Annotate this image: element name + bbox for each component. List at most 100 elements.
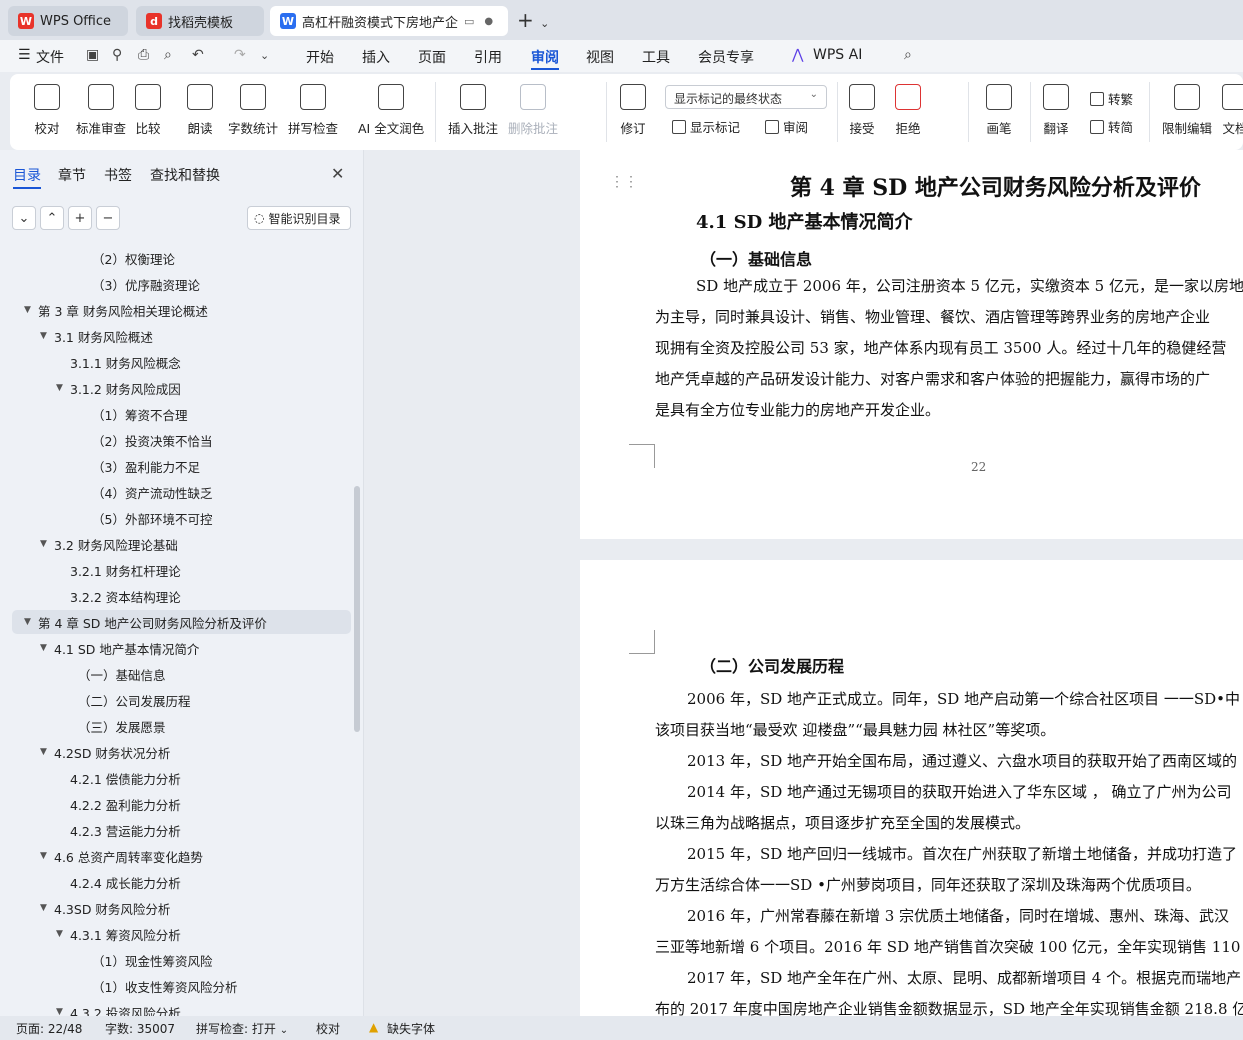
toc-item[interactable]: ▼ 3.2 财务风险理论基础 <box>12 532 351 556</box>
caret-down-icon[interactable]: ▼ <box>56 929 70 939</box>
revise-button[interactable]: 修订 <box>620 84 646 137</box>
show-markup-button[interactable]: 显示标记 <box>672 117 740 136</box>
toc-item[interactable]: （1）收支性筹资风险分析 <box>12 974 351 998</box>
menu-member[interactable]: 会员专享 <box>698 47 754 67</box>
menu-view[interactable]: 视图 <box>586 47 614 67</box>
remove-heading-button[interactable]: − <box>96 206 120 230</box>
caret-down-icon[interactable]: ▼ <box>40 643 54 653</box>
toc-item[interactable]: ▼ 4.1 SD 地产基本情况简介 <box>12 636 351 660</box>
caret-down-icon[interactable]: ▼ <box>24 617 38 627</box>
save-icon[interactable]: ▣ <box>86 47 99 63</box>
toc-item[interactable]: （3）盈利能力不足 <box>12 454 351 478</box>
tab-bookmarks[interactable]: 书签 <box>104 165 132 185</box>
tab-find-replace[interactable]: 查找和替换 <box>150 165 220 185</box>
new-tab-button[interactable]: + ⌄ <box>517 8 549 32</box>
menu-home[interactable]: 开始 <box>306 47 334 67</box>
drag-handle-icon[interactable]: ⋮⋮ <box>610 174 638 190</box>
tab-toc[interactable]: 目录 <box>13 165 41 185</box>
page-indicator[interactable]: 页面: 22/48 <box>16 1020 82 1037</box>
undo-icon[interactable]: ↶ <box>192 47 204 63</box>
caret-down-icon[interactable]: ▼ <box>40 331 54 341</box>
proof-status[interactable]: 校对 <box>316 1020 340 1037</box>
doc-protect-button[interactable]: 文档 <box>1222 84 1243 137</box>
toc-item[interactable]: 4.2.3 营运能力分析 <box>12 818 351 842</box>
tab-wps-office[interactable]: W WPS Office <box>8 6 128 36</box>
toc-item[interactable]: ▼ 4.3.1 筹资风险分析 <box>12 922 351 946</box>
toc-item[interactable]: 4.2.2 盈利能力分析 <box>12 792 351 816</box>
to-traditional-button[interactable]: 转繁 <box>1090 89 1133 108</box>
restrict-edit-button[interactable]: 限制编辑 <box>1162 84 1212 137</box>
caret-down-icon[interactable]: ▼ <box>24 305 38 315</box>
compare-button[interactable]: 比较 <box>135 84 161 137</box>
word-count-indicator[interactable]: 字数: 35007 <box>105 1020 175 1037</box>
toc-item[interactable]: ▼ 4.3.2 投资风险分析 <box>12 1000 351 1017</box>
tab-templates[interactable]: d 找稻壳模板 <box>136 6 264 36</box>
toc-item[interactable]: （二）公司发展历程 <box>12 688 351 712</box>
reject-button[interactable]: 拒绝 <box>895 84 921 137</box>
caret-down-icon[interactable]: ▼ <box>56 383 70 393</box>
menu-reference[interactable]: 引用 <box>474 47 502 67</box>
toc-item[interactable]: 3.2.1 财务杠杆理论 <box>12 558 351 582</box>
translate-button[interactable]: 翻译 <box>1043 84 1069 137</box>
pen-button[interactable]: 画笔 <box>986 84 1012 137</box>
menu-file[interactable]: 文件 <box>36 47 64 67</box>
standard-review-button[interactable]: 标准审查 <box>76 84 126 137</box>
menu-wps-ai[interactable]: WPS AI <box>813 47 862 63</box>
toc-item[interactable]: ▼ 第 3 章 财务风险相关理论概述 <box>12 298 351 322</box>
menu-insert[interactable]: 插入 <box>362 47 390 67</box>
toc-item[interactable]: ▼ 4.3SD 财务风险分析 <box>12 896 351 920</box>
markup-state-select[interactable]: 显示标记的最终状态 ⌄ <box>665 85 827 109</box>
caret-down-icon[interactable]: ▼ <box>40 747 54 757</box>
toc-item[interactable]: 4.2.1 偿债能力分析 <box>12 766 351 790</box>
accept-button[interactable]: 接受 <box>849 84 875 137</box>
toc-item[interactable]: 4.2.4 成长能力分析 <box>12 870 351 894</box>
tab-document[interactable]: W 高杠杆融资模式下房地产企业 ▭ ● <box>270 6 508 36</box>
toc-item[interactable]: （1）筹资不合理 <box>12 402 351 426</box>
menu-tools[interactable]: 工具 <box>642 47 670 67</box>
add-heading-button[interactable]: + <box>68 206 92 230</box>
hamburger-icon[interactable]: ☰ <box>18 47 31 63</box>
proof-button[interactable]: 校对 <box>34 84 60 137</box>
toc-item[interactable]: 3.2.2 资本结构理论 <box>12 584 351 608</box>
caret-down-icon[interactable]: ▼ <box>40 903 54 913</box>
ai-polish-button[interactable]: AI 全文润色 <box>358 84 424 137</box>
insert-comment-button[interactable]: 插入批注 <box>448 84 498 137</box>
print-preview-icon[interactable]: ⌕ <box>164 47 172 63</box>
toc-item[interactable]: （1）现金性筹资风险 <box>12 948 351 972</box>
tab-chapters[interactable]: 章节 <box>58 165 86 185</box>
toc-item[interactable]: 3.1.1 财务风险概念 <box>12 350 351 374</box>
close-icon[interactable]: ✕ <box>331 164 344 183</box>
caret-down-icon[interactable]: ▼ <box>40 539 54 549</box>
caret-down-icon[interactable]: ▼ <box>40 851 54 861</box>
toc-item[interactable]: （2）投资决策不恰当 <box>12 428 351 452</box>
more-chevron-icon[interactable]: ⌄ <box>260 49 269 62</box>
review-pane-button[interactable]: 审阅 <box>765 117 808 136</box>
read-aloud-button[interactable]: 朗读 <box>187 84 213 137</box>
toc-item[interactable]: （3）优序融资理论 <box>12 272 351 296</box>
spell-check-toggle[interactable]: 拼写检查: 打开 ⌄ <box>196 1020 288 1037</box>
toc-item[interactable]: ▼ 3.1.2 财务风险成因 <box>12 376 351 400</box>
search-icon[interactable]: ⌕ <box>904 47 912 63</box>
toc-item[interactable]: ▼ 第 4 章 SD 地产公司财务风险分析及评价 <box>12 610 351 634</box>
menu-review[interactable]: 审阅 <box>531 47 559 67</box>
toc-item[interactable]: （5）外部环境不可控 <box>12 506 351 530</box>
toc-item[interactable]: ▼ 4.6 总资产周转率变化趋势 <box>12 844 351 868</box>
to-simplified-button[interactable]: 转简 <box>1090 117 1133 136</box>
smart-toc-button[interactable]: ◌ 智能识别目录 <box>247 206 351 230</box>
menu-page[interactable]: 页面 <box>418 47 446 67</box>
toc-item[interactable]: ▼ 3.1 财务风险概述 <box>12 324 351 348</box>
redo-icon[interactable]: ↷ <box>234 47 246 63</box>
sidebar-scrollbar[interactable] <box>354 486 360 732</box>
caret-down-icon[interactable]: ▼ <box>56 1007 70 1016</box>
word-count-button[interactable]: 字数统计 <box>228 84 278 137</box>
toc-item[interactable]: （三）发展愿景 <box>12 714 351 738</box>
share-icon[interactable]: ⚲ <box>112 47 122 63</box>
delete-comment-button[interactable]: 删除批注 <box>508 84 558 137</box>
toc-item[interactable]: （4）资产流动性缺乏 <box>12 480 351 504</box>
toc-item[interactable]: （一）基础信息 <box>12 662 351 686</box>
missing-font-status[interactable]: 缺失字体 <box>387 1020 435 1037</box>
expand-down-button[interactable]: ⌄ <box>12 206 36 230</box>
toc-item[interactable]: （2）权衡理论 <box>12 246 351 270</box>
toc-item[interactable]: ▼ 4.2SD 财务状况分析 <box>12 740 351 764</box>
spell-check-button[interactable]: 拼写检查 <box>288 84 338 137</box>
